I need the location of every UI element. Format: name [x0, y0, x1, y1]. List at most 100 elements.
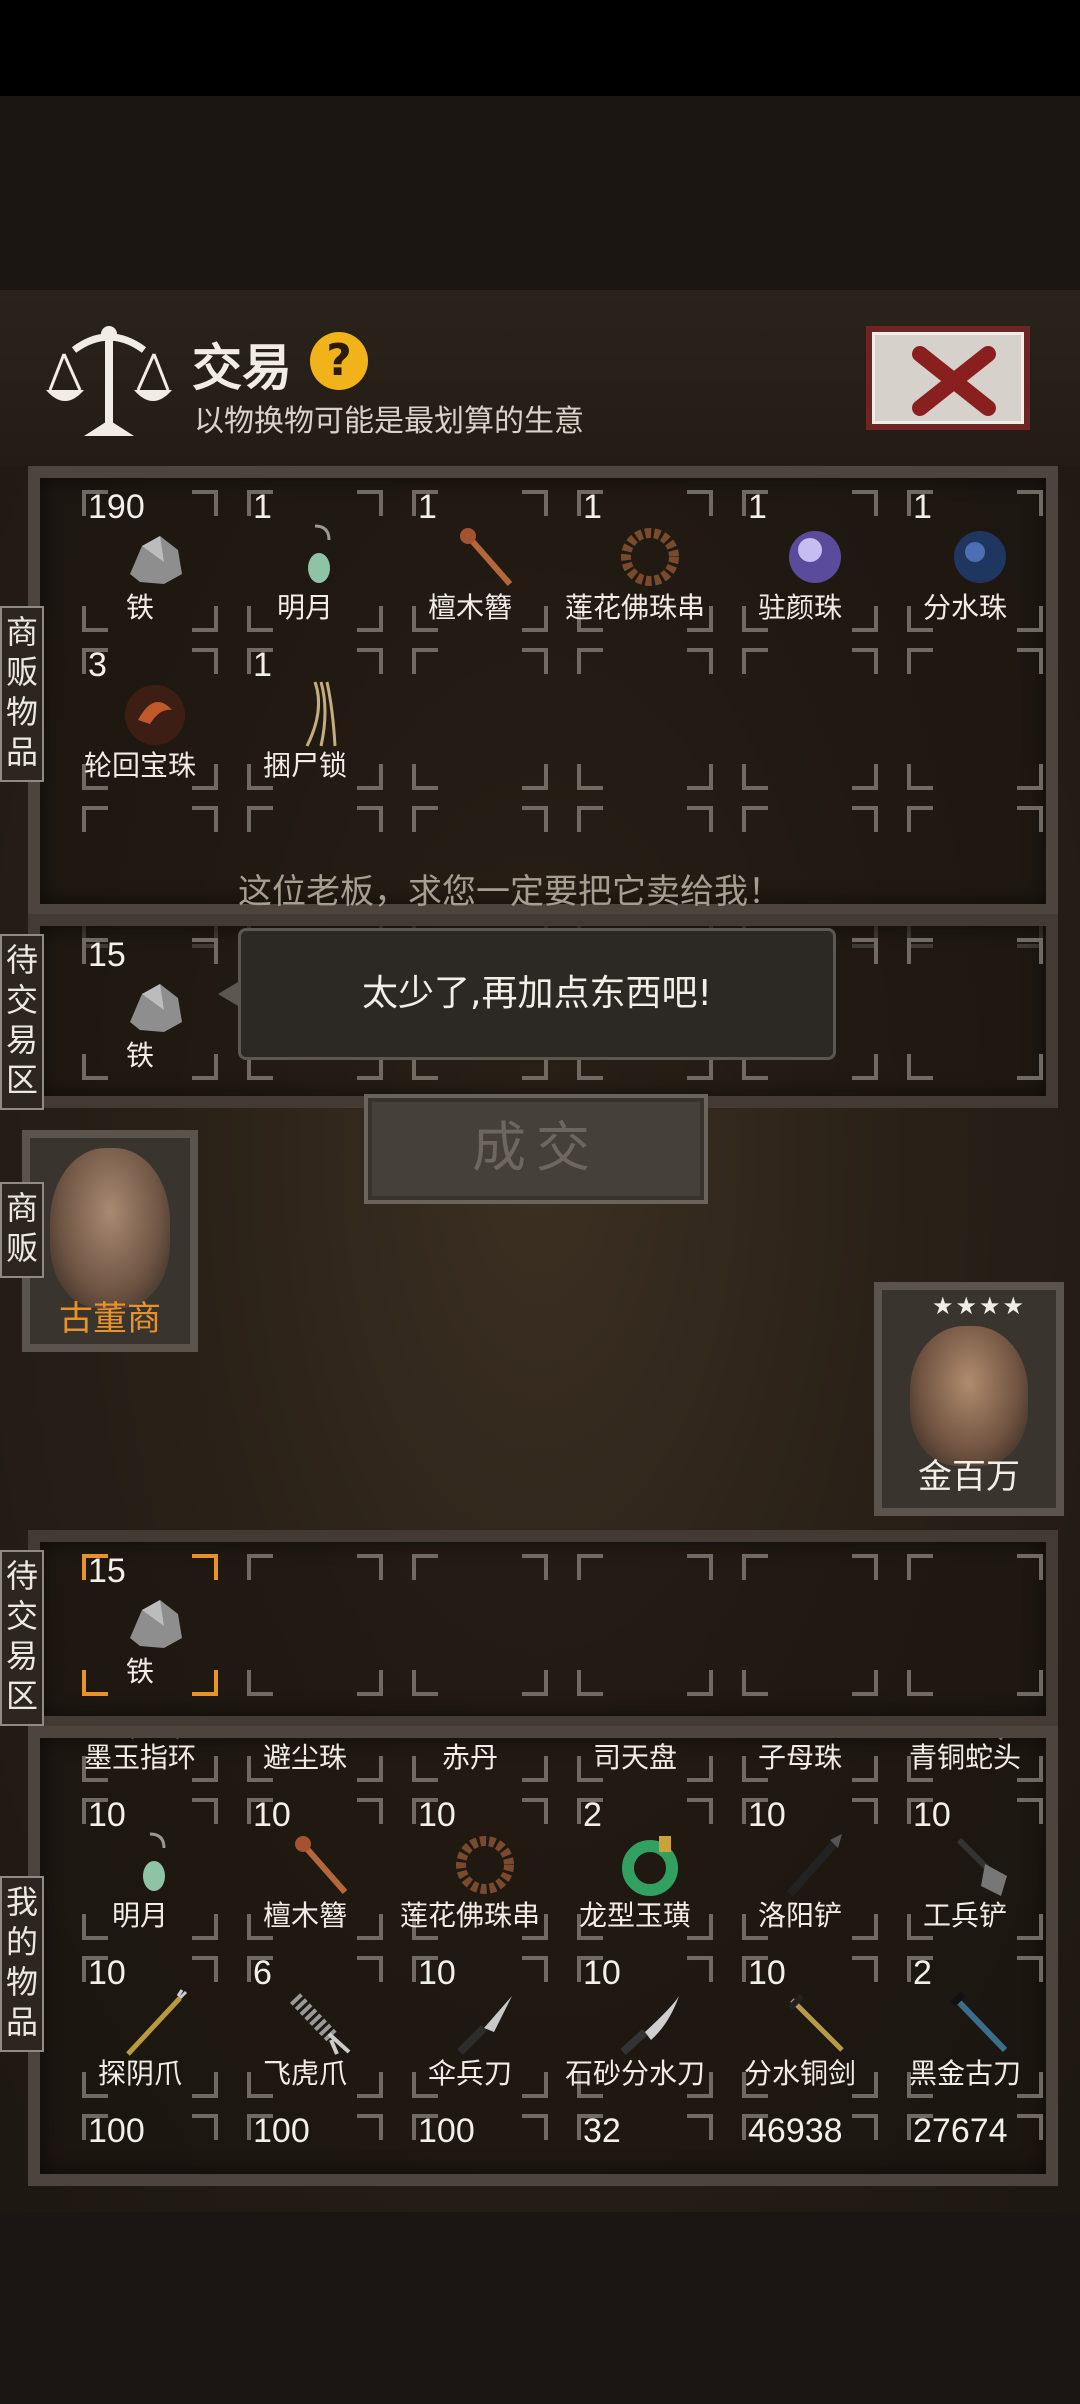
slot-corner: [577, 648, 603, 674]
item-slot[interactable]: 墨玉指环: [58, 1738, 222, 1790]
item-slot[interactable]: 司天盘: [553, 1738, 717, 1790]
slot-corner: [907, 1554, 933, 1580]
player-name: 金百万: [918, 1457, 1020, 1497]
item-slot[interactable]: 避尘珠: [223, 1738, 387, 1790]
slot-corner: [852, 2114, 878, 2140]
slot-corner: [742, 806, 768, 832]
prayer-beads-icon: [621, 528, 679, 586]
item-slot[interactable]: 10 伞兵刀: [388, 1948, 552, 2106]
item-slot[interactable]: 32: [553, 2106, 717, 2174]
player-pending-label: 待交易区: [0, 1550, 44, 1726]
status-bar-area: [0, 0, 1080, 96]
item-slot[interactable]: 6 飞虎爪: [223, 1948, 387, 2106]
slot-corner: [357, 806, 383, 832]
item-slot[interactable]: 100: [223, 2106, 387, 2174]
slot-corner: [522, 806, 548, 832]
item-quantity: 1: [418, 488, 437, 526]
slot-corner: [852, 1956, 878, 1982]
rope-icon: [305, 681, 337, 747]
item-name: 伞兵刀: [427, 2057, 512, 2090]
item-name: 洛阳铲: [757, 1899, 842, 1932]
item-slot[interactable]: 子母珠: [718, 1738, 882, 1790]
slot-corner: [852, 1670, 878, 1696]
black-gold-blade-icon: [950, 1991, 1008, 2053]
my-items-box: 墨玉指环 避尘珠 赤丹 司天盘 子母珠 青铜蛇头 10 明月 10 檀木簪 10 莲花佛珠串 2 龙型玉璜…: [28, 1726, 1058, 2186]
item-slot[interactable]: 10 分水铜剑: [718, 1948, 882, 2106]
slot-corner: [1017, 490, 1043, 516]
item-slot[interactable]: 10 探阴爪: [58, 1948, 222, 2106]
player-face-image: [910, 1326, 1028, 1466]
slot-corner: [577, 1670, 603, 1696]
deal-button[interactable]: 成交: [364, 1094, 708, 1204]
iron-ore-icon: [130, 536, 182, 584]
item-slot[interactable]: 赤丹: [388, 1738, 552, 1790]
item-slot[interactable]: 10 莲花佛珠串: [388, 1790, 552, 1948]
empty-slot: [553, 640, 717, 798]
item-slot[interactable]: 1 驻颜珠: [718, 482, 882, 640]
item-slot[interactable]: 青铜蛇头: [883, 1738, 1047, 1790]
item-slot[interactable]: 1 明月: [223, 482, 387, 640]
slot-corner: [1017, 1798, 1043, 1824]
slot-corner: [192, 2114, 218, 2140]
slot-corner: [1017, 1956, 1043, 1982]
slot-corner: [247, 806, 273, 832]
item-quantity: 1: [583, 488, 602, 526]
item-slot[interactable]: 100: [58, 2106, 222, 2174]
item-slot[interactable]: 15 铁: [58, 1546, 222, 1704]
slot-corner: [687, 1798, 713, 1824]
item-name: 工兵铲: [922, 1899, 1007, 1932]
slot-corner: [522, 1670, 548, 1696]
merchant-goods-label: 商贩物品: [0, 606, 44, 782]
item-quantity: 100: [418, 2112, 475, 2150]
item-slot[interactable]: 2 龙型玉璜: [553, 1790, 717, 1948]
merchant-goods-grid: 190 铁 1 明月 1 檀木簪 1 莲花佛珠串 1 驻颜珠 1 分水珠 3 轮回宝珠 1 捆尸锁: [58, 482, 1048, 948]
item-slot[interactable]: 15 铁: [58, 930, 222, 1088]
slot-corner: [192, 806, 218, 832]
item-slot[interactable]: 2 黑金古刀: [883, 1948, 1047, 2106]
slot-corner: [852, 1554, 878, 1580]
slot-corner: [412, 648, 438, 674]
slot-corner: [412, 806, 438, 832]
item-slot[interactable]: 1 捆尸锁: [223, 640, 387, 798]
merchant-portrait: 古董商: [22, 1130, 198, 1352]
iron-ore-icon: [130, 984, 182, 1032]
probe-claw-icon: [126, 1989, 188, 2056]
slot-corner: [522, 1554, 548, 1580]
slot-corner: [577, 764, 603, 790]
item-name: 铁: [125, 591, 154, 624]
slot-corner: [907, 806, 933, 832]
item-quantity: 100: [253, 2112, 310, 2150]
item-quantity: 27674: [913, 2112, 1008, 2150]
item-slot[interactable]: 100: [388, 2106, 552, 2174]
item-slot[interactable]: 10 檀木簪: [223, 1790, 387, 1948]
item-slot[interactable]: 27674: [883, 2106, 1047, 2174]
slot-corner: [1017, 938, 1043, 964]
item-slot[interactable]: 46938: [718, 2106, 882, 2174]
item-slot[interactable]: 10 明月: [58, 1790, 222, 1948]
empty-slot: [223, 1546, 387, 1704]
slot-corner: [852, 490, 878, 516]
slot-corner: [852, 1798, 878, 1824]
item-name: 明月: [111, 1899, 168, 1932]
item-name: 司天盘: [592, 1741, 677, 1774]
help-icon[interactable]: ?: [310, 332, 368, 390]
item-slot[interactable]: 1 莲花佛珠串: [553, 482, 717, 640]
luoyang-shovel-icon: [786, 1834, 842, 1897]
trade-header: 交易 ? 以物换物可能是最划算的生意: [0, 290, 1080, 465]
item-slot[interactable]: 190 铁: [58, 482, 222, 640]
item-name: 子母珠: [757, 1741, 842, 1774]
item-slot[interactable]: 10 工兵铲: [883, 1790, 1047, 1948]
item-quantity: 1: [253, 646, 272, 684]
item-slot[interactable]: 10 石砂分水刀: [553, 1948, 717, 2106]
slot-corner: [852, 938, 878, 964]
my-items-scroll[interactable]: 墨玉指环 避尘珠 赤丹 司天盘 子母珠 青铜蛇头 10 明月 10 檀木簪 10 莲花佛珠串 2 龙型玉璜…: [58, 1738, 1048, 2174]
grappling-claw-icon: [289, 1993, 351, 2055]
item-slot[interactable]: 10 洛阳铲: [718, 1790, 882, 1948]
slot-corner: [522, 490, 548, 516]
item-slot[interactable]: 3 轮回宝珠: [58, 640, 222, 798]
close-button[interactable]: [866, 326, 1030, 430]
slot-corner: [742, 1670, 768, 1696]
slot-corner: [577, 806, 603, 832]
item-slot[interactable]: 1 分水珠: [883, 482, 1047, 640]
item-slot[interactable]: 1 檀木簪: [388, 482, 552, 640]
